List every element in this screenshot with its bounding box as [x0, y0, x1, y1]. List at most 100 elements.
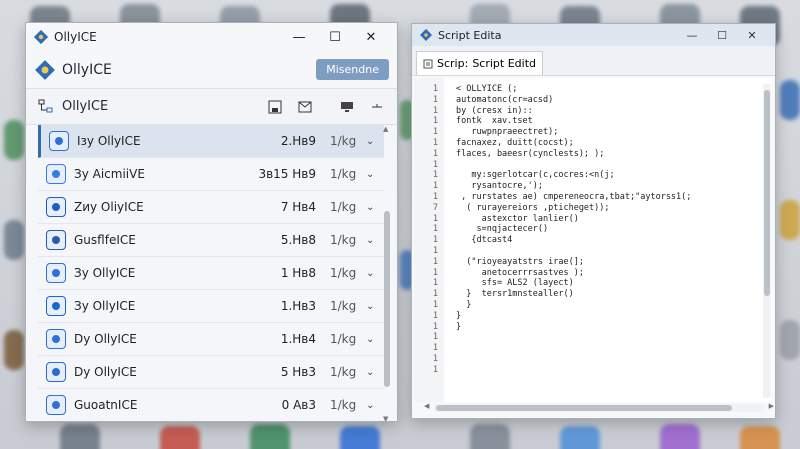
close-button[interactable]: ✕	[353, 30, 389, 45]
code-line: sfs= ALS2 (layect)	[456, 278, 574, 289]
file-list: Ізу OllyICE 2.Hв9 1/kg ⌄ Зу AicmiiVE 3в15 Hв9…	[38, 125, 384, 421]
close-button[interactable]: ✕	[737, 29, 767, 42]
ollyice-titlebar[interactable]: OllyICE — ☐ ✕	[26, 23, 397, 51]
line-number: 1	[432, 332, 438, 343]
file-icon	[46, 329, 66, 349]
minimize-button[interactable]: —	[677, 29, 707, 42]
chevron-down-icon[interactable]: ⌄	[366, 202, 384, 213]
code-line: ( rurayereiors ,pticheget));	[456, 202, 610, 213]
list-item[interactable]: Dy OllyICE 1.Hв4 1/kg ⌄	[38, 323, 384, 356]
code-line: } tersr1mnstealler()	[456, 289, 574, 300]
file-icon	[49, 131, 69, 151]
list-item[interactable]: Зу OllyICE 1 Hв8 1/kg ⌄	[38, 257, 384, 290]
code-line: , rurstates ae) cmpereneocra,tbat;"aytor…	[456, 192, 692, 202]
scroll-thumb[interactable]	[384, 211, 390, 387]
item-size: 0 Aв3	[281, 398, 316, 412]
code-line: my:sgerlotcar(c,cocres:<n(j;	[456, 170, 615, 181]
chevron-down-icon[interactable]: ⌄	[366, 169, 384, 180]
item-size: 1 Hв8	[280, 266, 316, 280]
code-line: by (cresx in)::	[456, 105, 533, 116]
file-icon	[46, 164, 66, 184]
save-icon[interactable]	[265, 97, 285, 117]
chevron-down-icon[interactable]: ⌄	[366, 136, 384, 147]
line-number: 1	[432, 181, 438, 192]
list-item[interactable]: Зу OllyICE 1.Hв3 1/kg ⌄	[38, 290, 384, 323]
pin-icon[interactable]	[367, 97, 387, 117]
scroll-up-icon[interactable]: ▲	[383, 125, 388, 133]
list-scrollbar[interactable]: ▲ ▼	[383, 125, 391, 423]
editor-vertical-scrollbar[interactable]	[763, 84, 771, 398]
line-number: 1	[432, 235, 438, 246]
item-name: GusflfeICE	[74, 233, 136, 247]
item-rate: 1/kg	[330, 134, 357, 148]
item-name: Зу AicmiiVE	[74, 167, 145, 181]
maximize-button[interactable]: ☐	[707, 29, 737, 42]
line-number: 1	[432, 289, 438, 300]
code-line: anetocerrrsastves );	[456, 267, 584, 278]
list-item[interactable]: Зу AicmiiVE 3в15 Hв9 1/kg ⌄	[38, 158, 384, 191]
window-title: Script Edita	[438, 28, 502, 42]
list-item[interactable]: Ізу OllyICE 2.Hв9 1/kg ⌄	[38, 125, 384, 158]
code-line: facnaxez, duitt(cocst);	[456, 138, 574, 148]
item-name: Dy OllyICE	[74, 365, 137, 379]
scroll-down-icon[interactable]: ▼	[383, 415, 388, 423]
mail-icon[interactable]	[295, 97, 315, 117]
file-icon	[46, 197, 66, 217]
item-rate: 1/kg	[330, 299, 357, 313]
scroll-right-icon[interactable]: ▶	[769, 402, 774, 410]
tab-script-editor[interactable]: Scrip: Script Editd	[416, 51, 543, 75]
item-size: 5.Hв8	[280, 233, 316, 247]
item-rate: 1/kg	[330, 266, 357, 280]
chevron-down-icon[interactable]: ⌄	[366, 301, 384, 312]
hierarchy-icon[interactable]	[36, 97, 56, 117]
monitor-icon[interactable]	[337, 97, 357, 117]
line-number: 1	[432, 310, 438, 321]
code-editor[interactable]: 111111111117111111111111111 < OLLYICE (;…	[414, 78, 772, 402]
code-line: < OLLYICE (;	[456, 84, 518, 94]
editor-titlebar[interactable]: Script Edita — ☐ ✕	[412, 24, 775, 46]
list-item[interactable]: GusflfeICE 5.Hв8 1/kg ⌄	[38, 224, 384, 257]
code-line: }	[456, 321, 462, 332]
line-number: 1	[432, 94, 438, 105]
list-item[interactable]: Dy OllyICE 5 Hв3 1/kg ⌄	[38, 356, 384, 389]
code-line: rysantocre,');	[456, 181, 543, 192]
scroll-thumb[interactable]	[764, 90, 770, 296]
minimize-button[interactable]: —	[281, 30, 317, 45]
line-number: 1	[432, 354, 438, 364]
chevron-down-icon[interactable]: ⌄	[366, 367, 384, 378]
item-name: GuoatnICE	[74, 398, 138, 412]
maximize-button[interactable]: ☐	[317, 30, 353, 45]
file-icon	[46, 230, 66, 250]
code-line: ("rioyeayatstrs irae(];	[456, 256, 584, 267]
file-icon	[46, 362, 66, 382]
line-number: 1	[432, 213, 438, 224]
code-line: }	[456, 300, 472, 310]
item-size: 2.Hв9	[280, 134, 316, 148]
file-icon	[46, 395, 66, 415]
item-rate: 1/kg	[330, 200, 357, 214]
item-size: 5 Hв3	[280, 365, 316, 379]
scroll-thumb[interactable]	[436, 405, 732, 411]
chevron-down-icon[interactable]: ⌄	[366, 334, 384, 345]
item-name: Зу OllyICE	[74, 266, 136, 280]
code-line: ruwpnpraeectret);	[456, 127, 559, 138]
list-item[interactable]: GuoatnICE 0 Aв3 1/kg ⌄	[38, 389, 384, 421]
chevron-down-icon[interactable]: ⌄	[366, 235, 384, 246]
item-size: 1.Hв4	[280, 332, 316, 346]
scroll-left-icon[interactable]: ◀	[424, 402, 429, 410]
app-name: OllyICE	[62, 61, 112, 78]
editor-horizontal-scrollbar[interactable]: ◀ ▶	[424, 402, 774, 412]
chevron-down-icon[interactable]: ⌄	[366, 268, 384, 279]
primary-action-button[interactable]: Misendne	[316, 59, 389, 80]
code-line: automatonc(cr=acsd)	[456, 94, 554, 105]
line-number: 1	[432, 116, 438, 127]
chevron-down-icon[interactable]: ⌄	[366, 400, 384, 411]
item-size: 1.Hв3	[280, 299, 316, 313]
item-name: Ізу OllyICE	[77, 134, 141, 148]
code-line: fontk xav.tset	[456, 116, 533, 127]
line-number: 1	[432, 246, 438, 256]
list-item[interactable]: Zиу OlіyICE 7 Hв4 1/kg ⌄	[38, 191, 384, 224]
line-number: 1	[432, 192, 438, 202]
item-rate: 1/kg	[330, 365, 357, 379]
code-line: {dtcast4	[456, 235, 513, 246]
